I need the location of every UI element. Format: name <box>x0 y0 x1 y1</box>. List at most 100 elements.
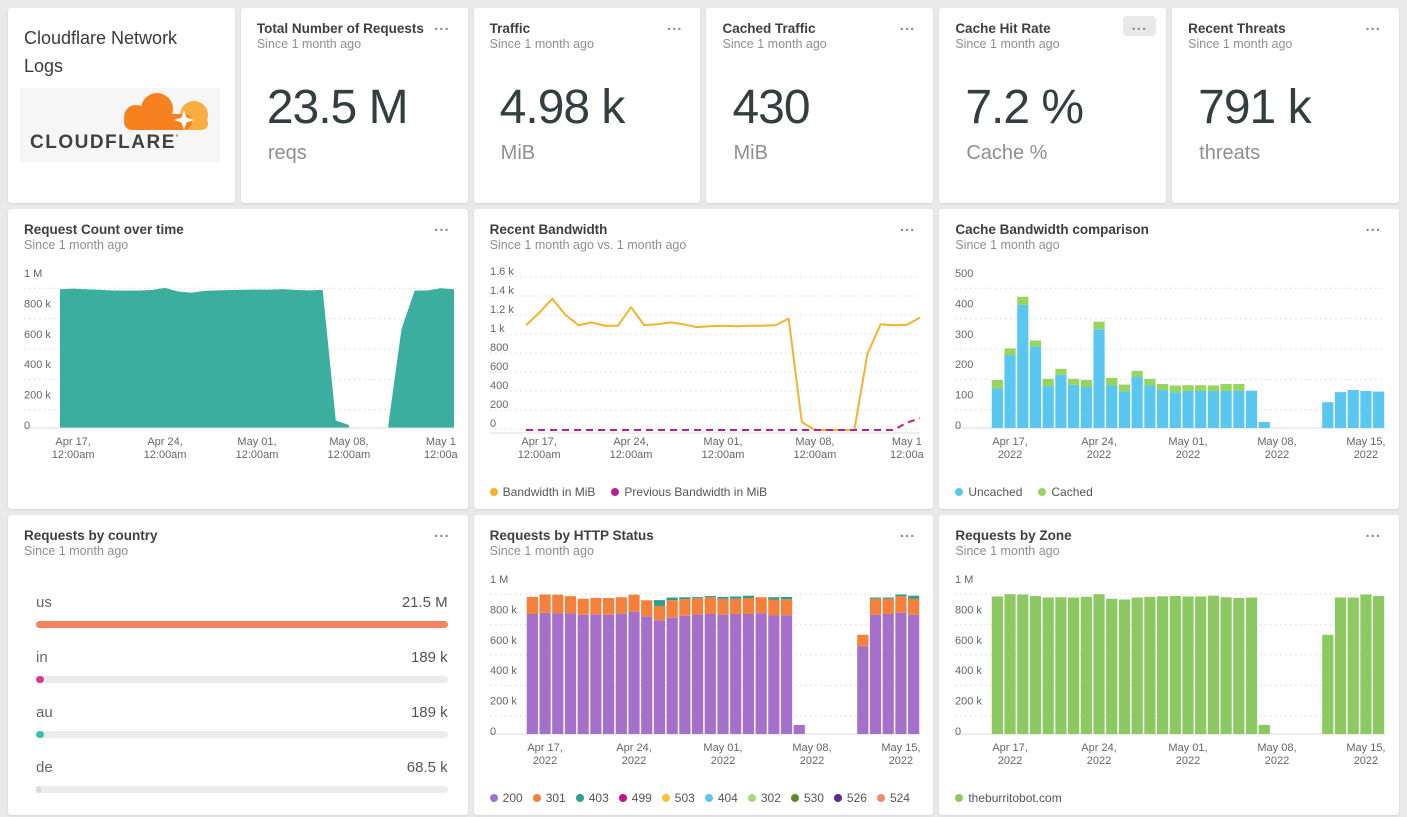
country-row-us[interactable]: us 21.5 M <box>36 579 448 634</box>
panel-requests-by-country: Requests by country Since 1 month ago ..… <box>8 515 468 815</box>
svg-text:1.6 k: 1.6 k <box>490 266 514 278</box>
panel-menu-button[interactable]: ... <box>430 217 454 237</box>
panel-menu-button[interactable]: ... <box>1362 523 1386 543</box>
svg-text:12:00am: 12:00am <box>609 449 652 461</box>
country-row-de[interactable]: de 68.5 k <box>36 744 448 799</box>
legend-item[interactable]: 526 <box>833 791 867 805</box>
country-value: 189 k <box>410 649 448 666</box>
svg-text:12:00am: 12:00am <box>793 449 836 461</box>
panel-subtitle: Since 1 month ago <box>24 238 129 252</box>
legend-item[interactable]: 302 <box>747 791 781 805</box>
svg-text:Apr 24,: Apr 24, <box>613 436 648 448</box>
requests-by-http-status-chart[interactable]: 1 M 800 k 600 k 400 k 200 k 0 Apr 17, 2022 Apr 2… <box>474 571 934 815</box>
header-card: Cloudflare Network Logs CLOUDFLARE’ <box>8 8 235 203</box>
svg-text:300: 300 <box>955 329 973 341</box>
panel-menu-button[interactable]: ... <box>896 523 920 543</box>
svg-text:400 k: 400 k <box>24 359 51 371</box>
legend-item[interactable]: 301 <box>532 791 566 805</box>
legend-label: theburritobot.com <box>968 791 1062 805</box>
legend-item[interactable]: 200 <box>489 791 523 805</box>
panel-menu-button[interactable]: ... <box>663 16 687 36</box>
panel-menu-button[interactable]: ... <box>1362 217 1386 237</box>
svg-text:May 08,: May 08, <box>1258 436 1297 448</box>
svg-text:May 15,: May 15, <box>1347 742 1386 754</box>
stat-value: 791 k <box>1198 81 1311 134</box>
legend-item[interactable]: 503 <box>661 791 695 805</box>
legend-label: Uncached <box>968 485 1023 499</box>
svg-text:May 08,: May 08, <box>792 742 831 754</box>
country-bar-track <box>36 786 448 793</box>
legend-dot-icon <box>833 794 842 802</box>
chart-svg: 1.6 k1.4 k1.2 k1 k8006004002000Apr 17,12… <box>489 266 925 461</box>
legend-dot-icon <box>618 794 627 802</box>
legend-item[interactable]: 403 <box>575 791 609 805</box>
country-row-in[interactable]: in 189 k <box>36 634 448 689</box>
stat-card-recent-threats: Recent Threats Since 1 month ago ... 791… <box>1172 8 1399 203</box>
panel-menu-button[interactable]: ... <box>430 16 454 36</box>
panel-subtitle: Since 1 month ago <box>489 544 594 558</box>
country-label: in <box>36 649 48 666</box>
svg-text:2022: 2022 <box>1354 755 1378 767</box>
svg-text:200: 200 <box>490 399 508 411</box>
legend-item[interactable]: Cached <box>1038 485 1093 499</box>
svg-text:1.2 k: 1.2 k <box>490 304 514 316</box>
chart-svg: 1 M800 k600 k400 k200 k0Apr 17,2022Apr 2… <box>955 574 1386 767</box>
svg-text:May 1: May 1 <box>426 436 456 448</box>
panel-menu-button[interactable]: ... <box>430 523 454 543</box>
legend-label: 302 <box>760 791 781 805</box>
requests-by-zone-chart[interactable]: 1 M 800 k 600 k 400 k 200 k 0 Apr 17, 2022 Apr 2… <box>939 571 1399 815</box>
legend-dot-icon <box>489 794 498 802</box>
recent-bandwidth-chart[interactable]: 1.6 k 1.4 k 1.2 k1 k 800 600 400 200 0 Apr 17, 12… <box>474 265 934 509</box>
legend-label: 526 <box>846 791 867 805</box>
cache-bandwidth-chart[interactable]: 500 400 300 200 100 0 Apr 17, 2022 Apr 24, 2022 Ma… <box>939 265 1399 509</box>
svg-text:2022: 2022 <box>998 449 1022 461</box>
chart-legend: Uncached Cached <box>955 485 1391 499</box>
request-count-chart[interactable]: 1 M 800 k 600 k 400 k 200 k 0 Apr 17, 12:00am Ap… <box>8 265 468 509</box>
svg-text:2022: 2022 <box>1354 449 1378 461</box>
country-label: au <box>36 704 53 721</box>
svg-text:2022: 2022 <box>532 755 556 767</box>
svg-text:May 08,: May 08, <box>795 436 834 448</box>
panel-menu-button[interactable]: ... <box>896 16 920 36</box>
stat-unit: threats <box>1199 142 1261 164</box>
country-bar-fill <box>36 786 42 793</box>
chart-svg: 1 M800 k600 k400 k200 k0Apr 17,2022Apr 2… <box>489 574 920 767</box>
svg-text:12:00a: 12:00a <box>890 449 925 461</box>
svg-text:500: 500 <box>955 268 973 280</box>
svg-text:600 k: 600 k <box>490 635 517 647</box>
legend-item[interactable]: Uncached <box>955 485 1022 499</box>
panel-cache-bandwidth-comparison: Cache Bandwidth comparison Since 1 month… <box>939 209 1400 509</box>
legend-item[interactable]: Bandwidth in MiB <box>489 485 596 499</box>
country-row-au[interactable]: au 189 k <box>36 689 448 744</box>
legend-item[interactable]: Previous Bandwidth in MiB <box>611 485 767 499</box>
legend-item[interactable]: 499 <box>618 791 652 805</box>
svg-text:800 k: 800 k <box>490 604 517 616</box>
svg-text:1.4 k: 1.4 k <box>490 285 514 297</box>
legend-item[interactable]: 530 <box>790 791 824 805</box>
legend-dot-icon <box>747 794 756 802</box>
panel-title: Recent Bandwidth <box>489 222 608 237</box>
legend-item[interactable]: 524 <box>876 791 910 805</box>
legend-label: 499 <box>631 791 652 805</box>
svg-text:Apr 24,: Apr 24, <box>147 436 182 448</box>
panel-menu-button[interactable]: ... <box>1361 16 1385 36</box>
svg-text:Apr 17,: Apr 17, <box>993 436 1028 448</box>
svg-text:400 k: 400 k <box>490 665 517 677</box>
panel-requests-by-http-status: Requests by HTTP Status Since 1 month ag… <box>473 515 934 815</box>
country-bar-list: us 21.5 M in 189 k au 189 k de 68.5 k <box>36 579 448 799</box>
legend-label: Bandwidth in MiB <box>502 485 596 499</box>
svg-text:12:00a: 12:00a <box>424 449 459 461</box>
stat-card-cached-traffic: Cached Traffic Since 1 month ago ... 430… <box>706 8 934 203</box>
panel-menu-button[interactable]: ... <box>1122 16 1157 36</box>
legend-label: 403 <box>588 791 609 805</box>
requests-by-country-chart[interactable]: us 21.5 M in 189 k au 189 k de 68.5 k <box>8 571 468 815</box>
panel-menu-button[interactable]: ... <box>896 217 920 237</box>
legend-item[interactable]: 404 <box>704 791 738 805</box>
middle-row: Request Count over time Since 1 month ag… <box>8 209 1400 509</box>
legend-item[interactable]: theburritobot.com <box>955 791 1062 805</box>
stat-subtitle: Since 1 month ago <box>722 37 827 51</box>
stat-value: 23.5 M <box>266 81 409 134</box>
svg-text:2022: 2022 <box>621 755 645 767</box>
stat-unit: reqs <box>267 142 307 164</box>
legend-dot-icon <box>532 794 541 802</box>
